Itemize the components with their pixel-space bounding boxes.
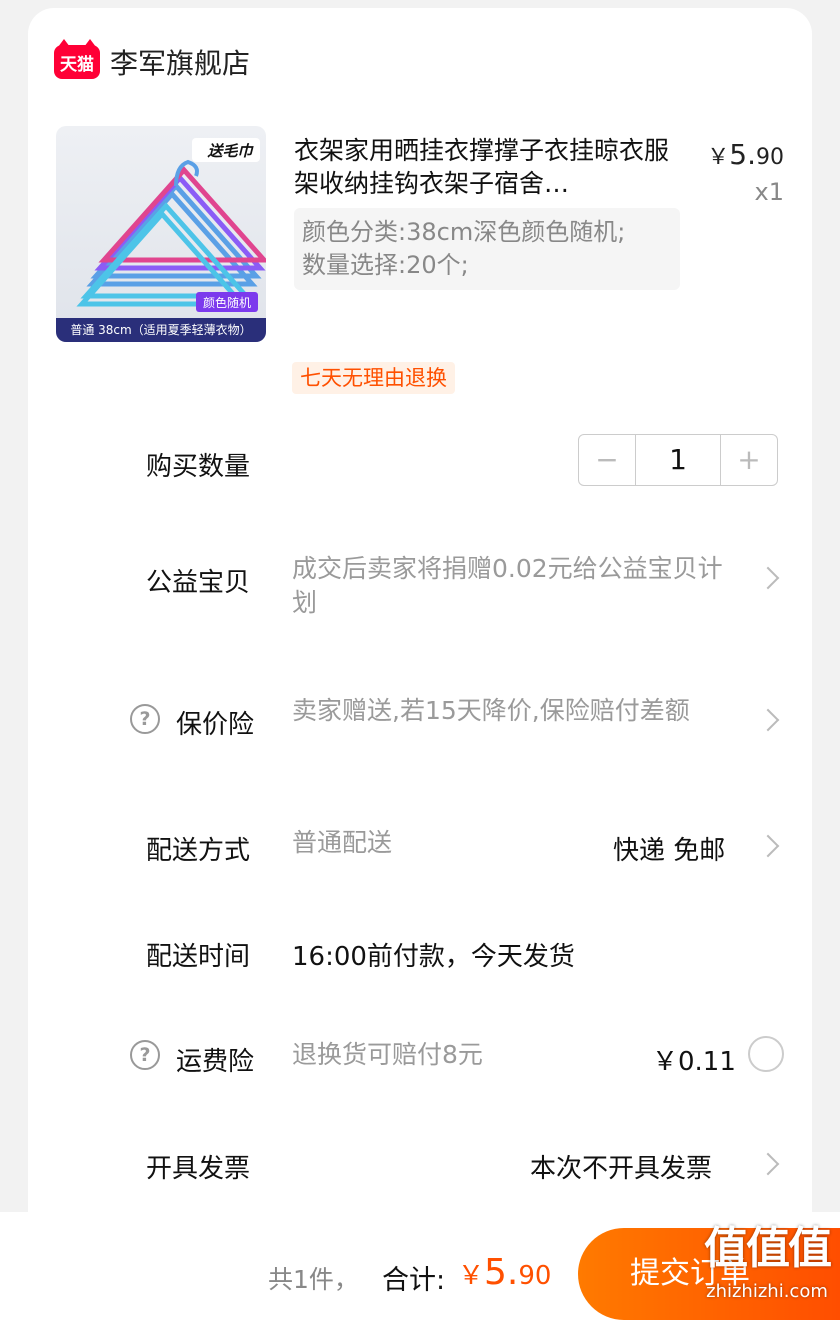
shop-name[interactable]: 李军旗舰店 [110, 42, 250, 82]
invoice-value: 本次不开具发票 [530, 1154, 713, 1184]
chevron-right-icon [756, 708, 780, 732]
chevron-right-icon [756, 566, 780, 590]
total-label: 合计: [382, 1265, 446, 1296]
decrement-button[interactable]: − [579, 435, 635, 485]
spec-color: 颜色分类:38cm深色颜色随机; [302, 218, 626, 246]
price-protection-desc: 卖家赠送,若15天降价,保险赔付差额 [292, 696, 690, 725]
delivery-method-desc: 普通配送 [292, 828, 393, 857]
shipping-insurance-price: ￥0.11 [652, 1047, 736, 1077]
shipping-insurance-desc: 退换货可赔付8元 [292, 1040, 483, 1069]
image-badge: 送毛巾 [207, 142, 253, 160]
help-circle-icon[interactable]: ? [130, 1040, 160, 1070]
price-dec: 90 [756, 145, 784, 170]
order-card: 天猫 李军旗舰店 送毛巾 颜色随机 普通 38cm（适用夏季轻薄衣物） 衣架家用… [28, 8, 812, 1248]
total-price: ￥5.90 [458, 1252, 551, 1293]
radio-circle-icon[interactable] [748, 1036, 784, 1072]
delivery-method-value: 快递 免邮 [613, 836, 726, 866]
spec-box[interactable]: 颜色分类:38cm深色颜色随机; 数量选择:20个; [294, 208, 680, 290]
delivery-time-value: 16:00前付款，今天发货 [292, 942, 575, 972]
product-image[interactable]: 送毛巾 颜色随机 普通 38cm（适用夏季轻薄衣物） [56, 126, 266, 342]
quantity-label: 购买数量 [146, 452, 251, 482]
image-caption: 普通 38cm（适用夏季轻薄衣物） [70, 323, 252, 337]
price-protection-label: 保价险 [176, 710, 255, 740]
spec-quantity: 数量选择:20个; [302, 251, 469, 279]
price-currency: ￥ [707, 145, 730, 170]
delivery-time-label: 配送时间 [146, 942, 251, 972]
quantity-stepper[interactable]: − 1 + [578, 434, 778, 486]
total-dec: 90 [518, 1261, 552, 1291]
help-circle-icon[interactable]: ? [130, 704, 160, 734]
charity-desc: 成交后卖家将捐赠0.02元给公益宝贝计划 [292, 554, 723, 617]
invoice-label: 开具发票 [146, 1154, 251, 1184]
chevron-right-icon [756, 834, 780, 858]
product-price: ￥5.90 [707, 138, 784, 171]
item-count: 共1件， [268, 1265, 359, 1294]
return-policy-tag: 七天无理由退换 [292, 362, 455, 394]
product-quantity: x1 [754, 178, 784, 206]
watermark-url: zhizhizhi.com [706, 1281, 828, 1302]
increment-button[interactable]: + [721, 435, 777, 485]
total-int: 5. [484, 1252, 519, 1293]
charity-label: 公益宝贝 [146, 568, 251, 598]
watermark-logo: 值值值 [704, 1223, 832, 1274]
product-title[interactable]: 衣架家用晒挂衣撑撑子衣挂晾衣服架收纳挂钩衣架子宿舍… [294, 134, 674, 200]
shipping-insurance-label: 运费险 [176, 1047, 255, 1077]
price-int: 5. [729, 138, 756, 171]
quantity-input[interactable]: 1 [635, 435, 721, 485]
watermark: 值值值 zhizhizhi.com [702, 1218, 832, 1326]
shop-header[interactable]: 天猫 李军旗舰店 [54, 39, 250, 82]
tmall-logo-icon: 天猫 [54, 39, 100, 79]
chevron-right-icon [756, 1152, 780, 1176]
total-currency: ￥ [458, 1261, 485, 1291]
image-color-tag: 颜色随机 [202, 296, 251, 310]
delivery-method-label: 配送方式 [146, 836, 251, 866]
tmall-logo-text: 天猫 [60, 54, 94, 75]
